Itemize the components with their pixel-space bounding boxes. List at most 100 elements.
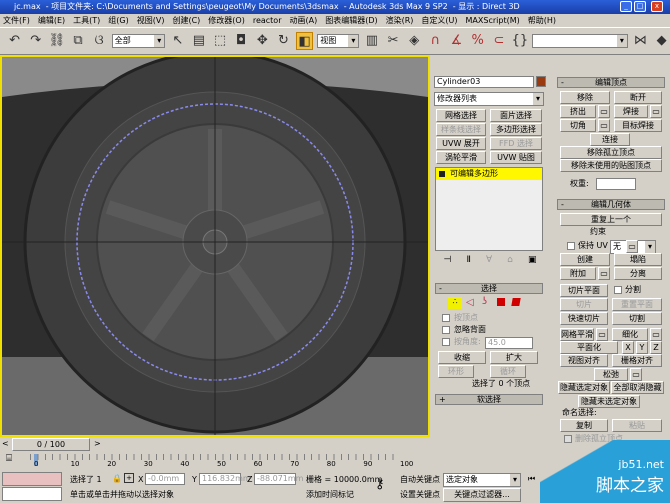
pin-stack-icon[interactable]: ⊣ — [444, 255, 452, 267]
rectangular-selection-icon[interactable]: ⬚ — [211, 32, 228, 50]
cut-button[interactable]: 切割 — [612, 312, 662, 325]
menu-tools[interactable]: 工具(T) — [73, 14, 100, 27]
expand-icon[interactable] — [439, 171, 445, 177]
link-icon[interactable]: ⛓ — [48, 32, 66, 50]
relax-button[interactable]: 松弛 — [594, 368, 628, 381]
soft-selection-rollout-header[interactable]: + 软选择 — [435, 394, 543, 405]
auto-key-button[interactable]: 自动关键点 — [400, 474, 440, 485]
lock-selection-icon[interactable]: 🔒 — [112, 474, 122, 483]
border-subobject-icon[interactable]: ʖ — [482, 296, 487, 307]
x-coordinate-field[interactable]: -0.0mm — [145, 473, 185, 485]
attach-button[interactable]: 附加 — [560, 267, 596, 280]
ffd-select-button[interactable]: FFD 选择 — [490, 137, 542, 150]
by-vertex-checkbox[interactable] — [442, 314, 450, 322]
angle-snap-icon[interactable]: ∡ — [448, 32, 465, 50]
menu-graph-editors[interactable]: 图表编辑器(D) — [325, 14, 377, 27]
make-unique-icon[interactable]: ∀ — [486, 255, 492, 267]
paste-button[interactable]: 粘贴 — [612, 419, 662, 432]
element-subobject-icon[interactable] — [511, 298, 521, 306]
target-weld-button[interactable]: 目标焊接 — [614, 119, 662, 132]
menu-reactor[interactable]: reactor — [253, 14, 282, 27]
make-planar-button[interactable]: 平面化 — [560, 341, 618, 354]
reset-plane-button[interactable]: 重置平面 — [612, 298, 662, 311]
planar-z-button[interactable]: Z — [650, 341, 662, 354]
weld-settings-icon[interactable]: ▭ — [650, 105, 662, 118]
maximize-button[interactable]: □ — [634, 1, 646, 12]
maxscript-listener-pink[interactable] — [2, 472, 62, 486]
select-by-name-icon[interactable]: ▤ — [190, 32, 207, 50]
snap-3d-icon[interactable]: ∩ — [427, 32, 444, 50]
bind-space-warp-icon[interactable]: ଓ — [91, 32, 108, 50]
repeat-last-button[interactable]: 重复上一个 — [560, 213, 662, 226]
menu-help[interactable]: 帮助(H) — [528, 14, 556, 27]
split-checkbox[interactable] — [614, 286, 622, 294]
patch-select-button[interactable]: 面片选择 — [490, 109, 542, 122]
relax-settings-icon[interactable]: ▭ — [630, 368, 642, 381]
attach-list-icon[interactable]: ▭ — [598, 267, 610, 280]
planar-y-button[interactable]: Y — [636, 341, 648, 354]
time-prev-icon[interactable]: < — [2, 439, 10, 450]
rotate-icon[interactable]: ↻ — [275, 32, 292, 50]
time-slider[interactable]: < 0 / 100 > — [0, 437, 430, 452]
time-slider-thumb[interactable]: 0 / 100 — [12, 438, 90, 451]
menu-animation[interactable]: 动画(A) — [289, 14, 317, 27]
absolute-mode-icon[interactable]: + — [124, 473, 134, 483]
weight-spinner[interactable] — [596, 178, 636, 190]
show-end-result-icon[interactable]: Ⅱ — [466, 255, 470, 267]
poly-select-button[interactable]: 多边形选择 — [490, 123, 542, 136]
grid-align-button[interactable]: 栅格对齐 — [612, 354, 662, 367]
add-time-tag[interactable]: 添加时间标记 — [306, 489, 354, 500]
pivot-center-icon[interactable]: ▥ — [363, 32, 380, 50]
preserve-uvs-checkbox[interactable] — [567, 242, 575, 250]
maxscript-listener-white[interactable] — [2, 487, 62, 501]
window-crossing-icon[interactable]: ◘ — [233, 32, 250, 50]
remove-modifier-icon[interactable]: ⌂ — [507, 255, 513, 267]
preserve-uvs-settings-icon[interactable]: ▭ — [626, 240, 638, 253]
by-angle-checkbox[interactable] — [442, 338, 450, 346]
menu-edit[interactable]: 编辑(E) — [38, 14, 65, 27]
time-next-icon[interactable]: > — [94, 439, 101, 448]
set-key-button[interactable]: 设置关键点 — [400, 489, 440, 500]
named-selection-dropdown[interactable] — [532, 34, 628, 48]
key-mode-dropdown[interactable]: 选定对象 — [443, 473, 521, 487]
edge-subobject-icon[interactable]: ◁ — [466, 297, 474, 308]
edit-geometry-rollout-header[interactable]: - 编辑几何体 — [557, 199, 665, 210]
selection-filter-dropdown[interactable]: 全部 — [111, 34, 166, 48]
scale-icon[interactable]: ◧ — [296, 32, 314, 50]
z-coordinate-field[interactable]: -88.071mm — [254, 473, 303, 485]
loop-button[interactable]: 循环 — [490, 365, 526, 378]
minimize-button[interactable]: _ — [620, 1, 632, 12]
ring-button[interactable]: 环形 — [438, 365, 474, 378]
uvw-map-button[interactable]: UVW 贴图 — [490, 151, 542, 164]
unlink-icon[interactable]: ⧉ — [69, 32, 86, 50]
quickslice-button[interactable]: 快速切片 — [560, 312, 608, 325]
grow-button[interactable]: 扩大 — [490, 351, 538, 364]
menu-rendering[interactable]: 渲染(R) — [386, 14, 414, 27]
keyboard-shortcut-icon[interactable]: ◈ — [406, 32, 423, 50]
detach-button[interactable]: 分离 — [614, 267, 662, 280]
y-coordinate-field[interactable]: 116.832mm — [199, 473, 251, 485]
key-filters-button[interactable]: 关键点过滤器... — [443, 488, 521, 502]
chamfer-button[interactable]: 切角 — [560, 119, 596, 132]
close-button[interactable]: x — [651, 1, 663, 12]
menu-file[interactable]: 文件(F) — [3, 14, 30, 27]
stack-item-editable-poly[interactable]: 可编辑多边形 — [436, 168, 542, 180]
turbosmooth-button[interactable]: 涡轮平滑 — [436, 151, 486, 164]
hide-selected-button[interactable]: 隐藏选定对象 — [558, 381, 610, 394]
edit-named-selection-icon[interactable]: {} — [511, 32, 529, 50]
select-object-icon[interactable]: ↖ — [169, 32, 186, 50]
object-color-swatch[interactable] — [536, 76, 546, 87]
mesh-select-button[interactable]: 网格选择 — [436, 109, 486, 122]
menu-create[interactable]: 创建(C) — [172, 14, 200, 27]
reference-coordinate-dropdown[interactable]: 视图 — [317, 34, 360, 48]
menu-views[interactable]: 视图(V) — [137, 14, 165, 27]
slice-plane-button[interactable]: 切片平面 — [560, 284, 608, 297]
polygon-subobject-icon[interactable] — [497, 298, 505, 306]
menu-maxscript[interactable]: MAXScript(M) — [466, 14, 520, 27]
slice-button[interactable]: 切片 — [560, 298, 608, 311]
configure-modifier-sets-icon[interactable]: ▣ — [528, 255, 537, 267]
set-key-icon[interactable]: ⚷ — [375, 477, 385, 492]
menu-modifiers[interactable]: 修改器(O) — [208, 14, 245, 27]
break-button[interactable]: 断开 — [614, 91, 662, 104]
remove-isolated-vertices-button[interactable]: 移除孤立顶点 — [560, 146, 662, 159]
